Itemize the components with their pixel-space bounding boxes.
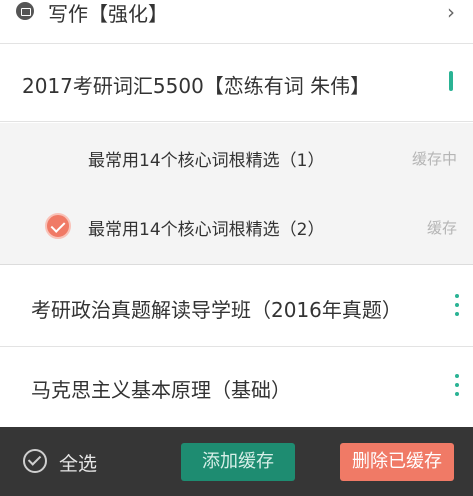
course-title: 写作【强化】 bbox=[48, 2, 168, 26]
chevron-right-icon: › bbox=[447, 0, 455, 24]
lesson-title: 最常用14个核心词根精选（2） bbox=[88, 220, 325, 240]
course-row-writing[interactable]: 写作【强化】 › bbox=[0, 0, 473, 44]
expanded-indicator-icon bbox=[449, 71, 453, 91]
checked-circle-icon[interactable] bbox=[45, 213, 71, 239]
course-title: 马克思主义基本原理（基础） bbox=[31, 378, 291, 402]
course-title: 考研政治真题解读导学班（2016年真题） bbox=[31, 298, 402, 322]
lesson-row[interactable]: 最常用14个核心词根精选（1） 缓存中 bbox=[0, 123, 473, 195]
select-all-label[interactable]: 全选 bbox=[59, 449, 97, 476]
cache-status: 缓存中 bbox=[411, 150, 457, 168]
delete-cached-button[interactable]: 删除已缓存 bbox=[340, 443, 454, 481]
add-cache-button[interactable]: 添加缓存 bbox=[181, 443, 295, 481]
bottom-action-bar: 全选 添加缓存 删除已缓存 bbox=[0, 427, 473, 496]
select-all-check-icon[interactable] bbox=[23, 449, 47, 473]
course-header[interactable]: 2017考研词汇5500【恋练有词 朱伟】 bbox=[0, 44, 473, 122]
course-row[interactable]: 马克思主义基本原理（基础） bbox=[0, 347, 473, 427]
vertical-dots-icon[interactable] bbox=[453, 374, 461, 400]
vertical-dots-icon[interactable] bbox=[453, 294, 461, 320]
course-title: 2017考研词汇5500【恋练有词 朱伟】 bbox=[22, 74, 371, 98]
lesson-row[interactable]: 最常用14个核心词根精选（2） 缓存 bbox=[0, 192, 473, 265]
lesson-title: 最常用14个核心词根精选（1） bbox=[88, 151, 325, 171]
folder-icon bbox=[16, 2, 34, 20]
cache-status: 缓存 bbox=[426, 219, 457, 237]
course-row[interactable]: 考研政治真题解读导学班（2016年真题） bbox=[0, 266, 473, 347]
